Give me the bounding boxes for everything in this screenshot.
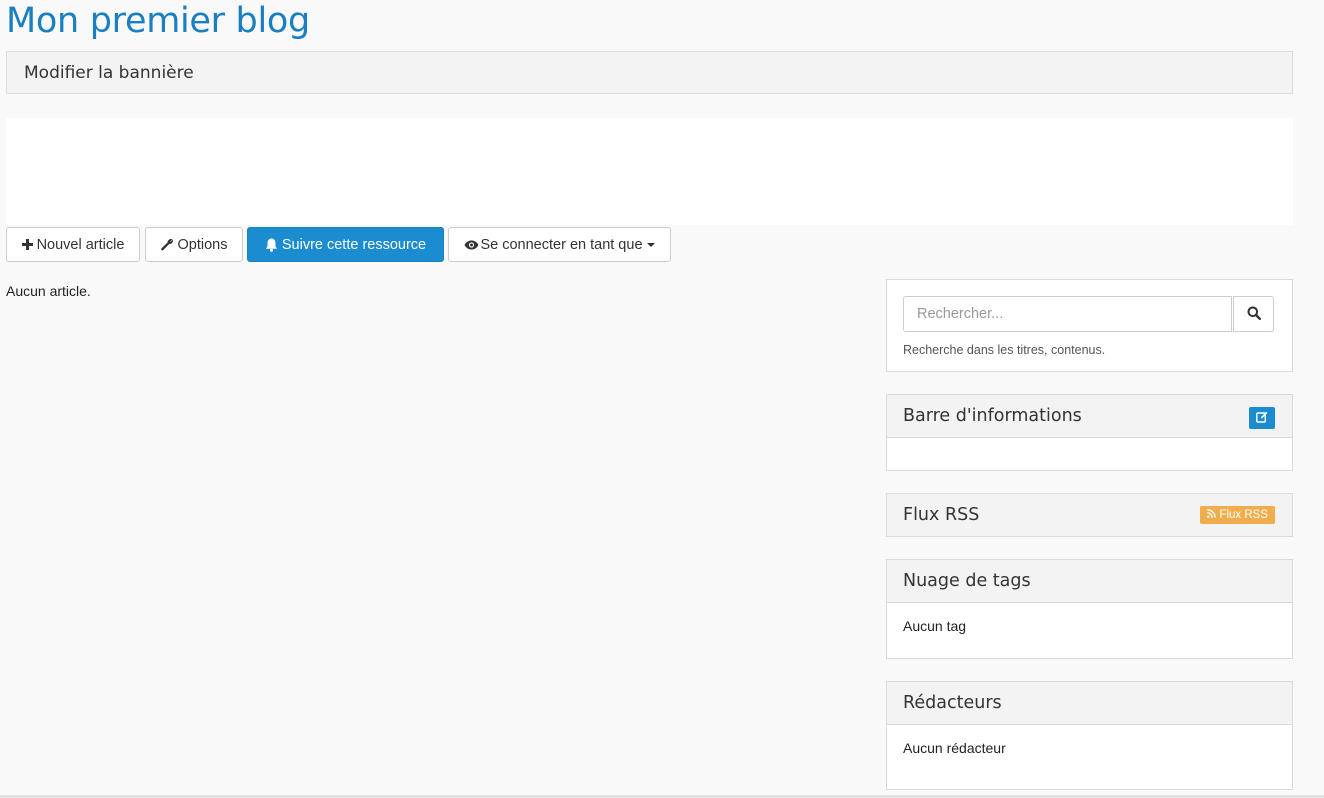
- info-bar-header: Barre d'informations: [887, 395, 1292, 438]
- edit-banner-bar[interactable]: Modifier la bannière: [6, 51, 1293, 94]
- rss-panel: Flux RSS Flux RSS: [886, 493, 1293, 537]
- options-label: Options: [177, 236, 228, 253]
- edit-info-bar-button[interactable]: [1249, 407, 1275, 429]
- authors-empty-message: Aucun rédacteur: [903, 740, 1006, 756]
- connect-as-label: Se connecter en tant que: [480, 236, 643, 253]
- tags-empty-message: Aucun tag: [903, 618, 967, 634]
- rss-header: Flux RSS Flux RSS: [887, 494, 1292, 536]
- blog-title: Mon premier blog: [6, 1, 310, 41]
- rss-title: Flux RSS: [903, 505, 980, 525]
- new-article-button[interactable]: Nouvel article: [6, 227, 140, 262]
- search-icon: [1247, 306, 1261, 323]
- info-bar-panel: Barre d'informations: [886, 394, 1293, 471]
- no-articles-message: Aucun article.: [6, 283, 91, 299]
- authors-title: Rédacteurs: [903, 693, 1002, 713]
- search-help-text: Recherche dans les titres, contenus.: [903, 343, 1106, 357]
- chevron-down-icon: [646, 242, 655, 247]
- bell-icon: [265, 238, 278, 252]
- rss-badge-label: Flux RSS: [1219, 509, 1268, 521]
- follow-label: Suivre cette ressource: [281, 236, 427, 253]
- tags-title: Nuage de tags: [903, 571, 1031, 591]
- search-input[interactable]: [903, 296, 1232, 332]
- plus-icon: [21, 239, 33, 250]
- eye-icon: [464, 240, 479, 250]
- search-button[interactable]: [1233, 296, 1274, 332]
- new-article-label: Nouvel article: [36, 236, 125, 253]
- tags-panel: Nuage de tags Aucun tag: [886, 559, 1293, 659]
- wrench-icon: [160, 238, 174, 251]
- banner-area: [6, 118, 1293, 225]
- tags-header: Nuage de tags: [887, 560, 1292, 603]
- options-button[interactable]: Options: [145, 227, 243, 262]
- rss-icon: [1207, 509, 1217, 521]
- connect-as-dropdown[interactable]: Se connecter en tant que: [448, 227, 671, 262]
- authors-header: Rédacteurs: [887, 682, 1292, 725]
- edit-icon: [1256, 410, 1268, 426]
- rss-feed-button[interactable]: Flux RSS: [1200, 506, 1275, 524]
- follow-resource-button[interactable]: Suivre cette ressource: [247, 227, 444, 262]
- edit-banner-label: Modifier la bannière: [24, 63, 194, 83]
- authors-panel: Rédacteurs Aucun rédacteur: [886, 681, 1293, 790]
- info-bar-title: Barre d'informations: [903, 406, 1082, 426]
- search-panel: Recherche dans les titres, contenus.: [886, 279, 1293, 372]
